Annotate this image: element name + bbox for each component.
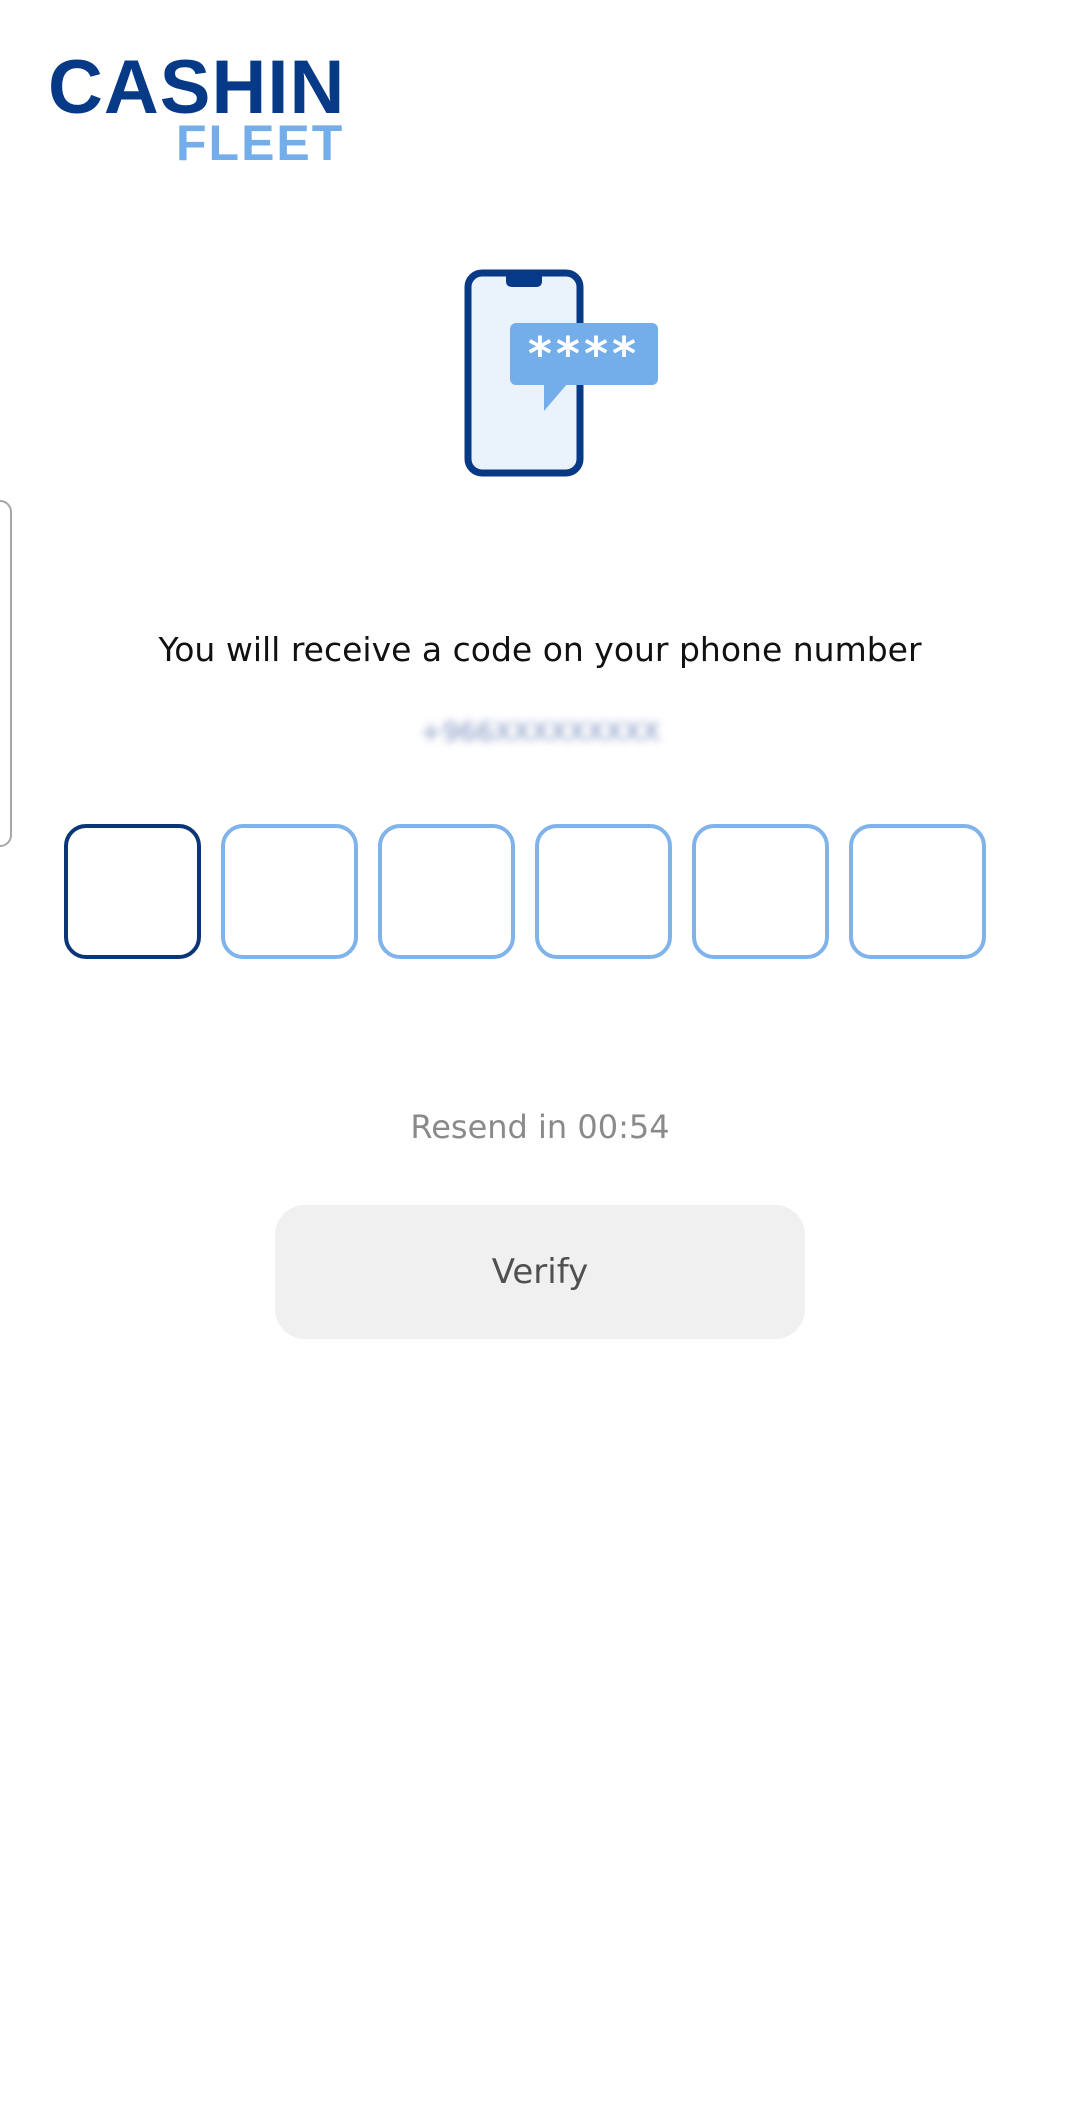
- brand-logo: CASHIN FLEET: [48, 50, 344, 171]
- otp-digit-2[interactable]: [221, 824, 358, 959]
- code-mask: ****: [528, 327, 640, 381]
- otp-digit-1[interactable]: [64, 824, 201, 959]
- phone-number: +966XXXXXXXXX: [419, 717, 661, 748]
- otp-digit-4[interactable]: [535, 824, 672, 959]
- side-panel-handle[interactable]: [0, 500, 12, 847]
- resend-timer[interactable]: Resend in 00:54: [0, 1105, 1080, 1149]
- phone-message-icon: ****: [464, 269, 658, 477]
- instruction-text: You will receive a code on your phone nu…: [158, 630, 922, 669]
- otp-digit-5[interactable]: [692, 824, 829, 959]
- otp-input-group: [64, 824, 994, 959]
- verify-button[interactable]: Verify: [275, 1205, 805, 1339]
- brand-subname: FLEET: [176, 115, 345, 171]
- otp-digit-6[interactable]: [849, 824, 986, 959]
- otp-digit-3[interactable]: [378, 824, 515, 959]
